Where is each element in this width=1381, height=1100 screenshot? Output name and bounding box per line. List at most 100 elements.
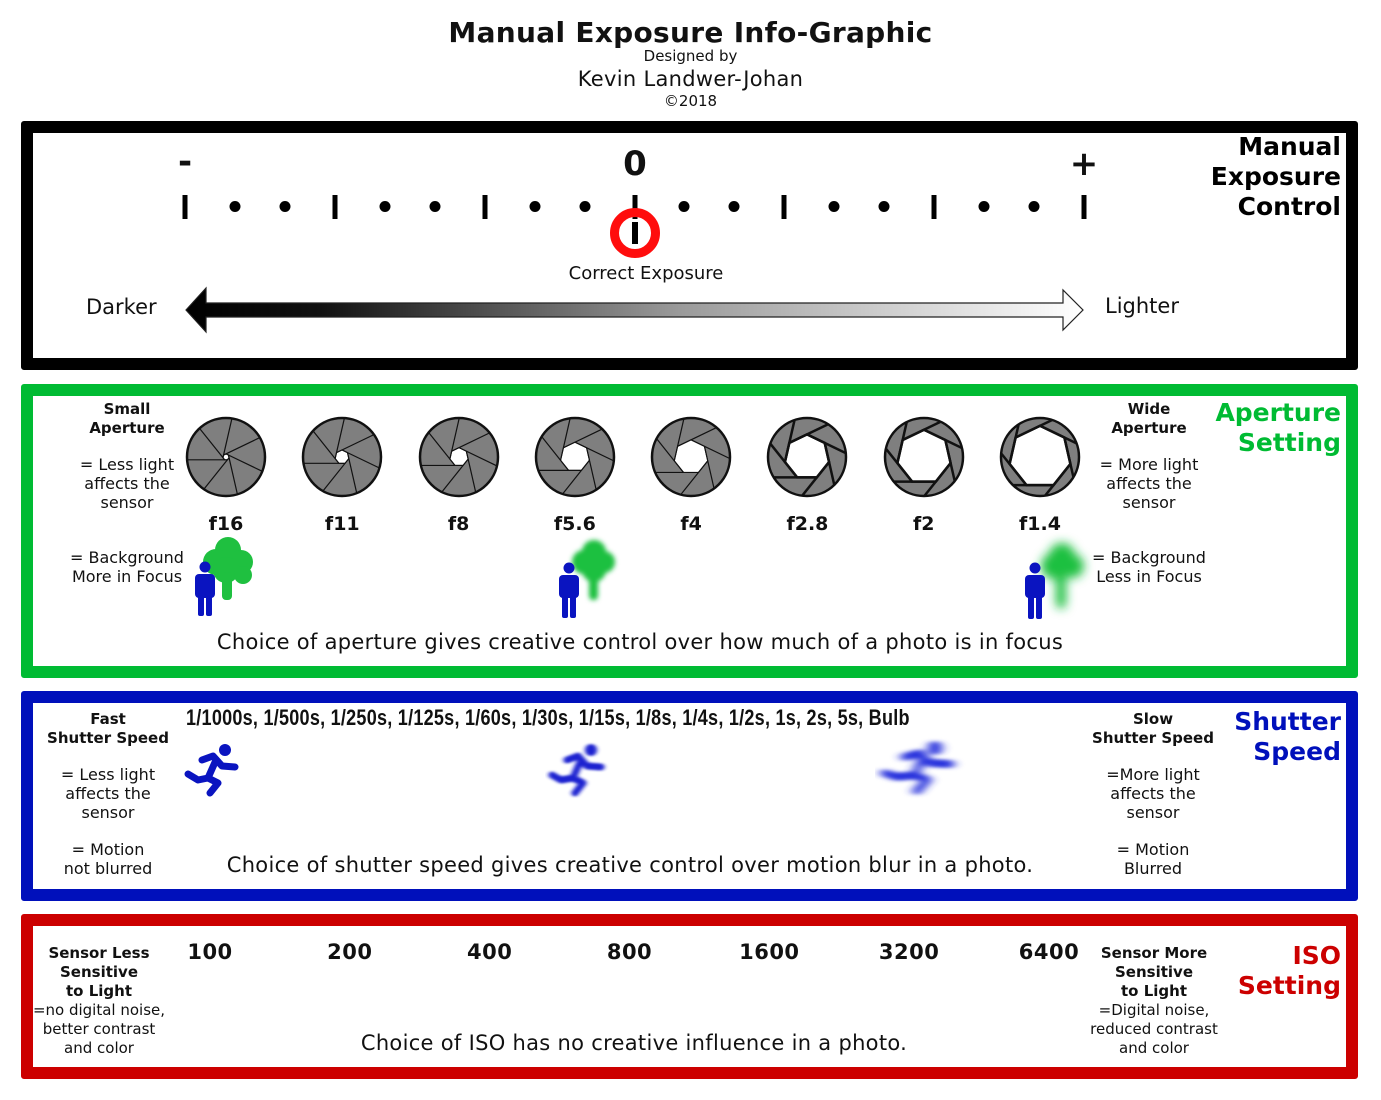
f-stop-label: f2.8 [786,513,829,535]
fast-shutter-note: Fast Shutter Speed = Less light affects … [36,710,180,878]
f-stop-label: f4 [680,513,702,535]
note-line: sensor [1122,493,1176,512]
note-line: better contrast [42,1020,156,1038]
meter-plus-label: + [1069,144,1099,184]
note-line: affects the [1110,784,1196,803]
title-line: ISO [1292,941,1341,970]
correct-exposure-label: Correct Exposure [568,263,724,284]
note-line: =Digital noise, [1098,1001,1210,1019]
aperture-iris-icon [883,416,964,498]
note-heading: Aperture [89,419,165,437]
iso-value: 1600 [739,940,800,964]
aperture-iris-icon [767,416,848,498]
sensor-more-sensitive-note: Sensor More Sensitive to Light =Digital … [1084,944,1224,1058]
focus-example-medium-blur [559,540,615,618]
meter-zero-label: 0 [623,144,647,184]
title-line: Setting [1237,428,1341,457]
note-line: = Less light [79,455,175,474]
iso-value: 800 [606,940,653,964]
focus-example-sharp [195,537,253,616]
meter-third-dot [828,201,840,212]
note-heading: Sensor More [1100,944,1208,962]
f-stop-label: f11 [324,513,360,535]
meter-third-dot [678,201,690,212]
note-line: Less in Focus [1096,567,1202,586]
aperture-iris-icon [650,416,732,498]
f-stop-label: f8 [447,513,470,535]
meter-third-dot [978,201,990,212]
aperture-iris-icon [302,416,383,498]
note-heading: Small [103,400,151,418]
meter-stop-tick [781,195,787,219]
title-line: Exposure [1210,162,1341,191]
note-heading: Shutter Speed [1092,729,1214,747]
runner-medium-blur [548,744,605,797]
title-line: Control [1237,192,1341,221]
note-line: not blurred [63,859,153,878]
note-line: =More light [1106,765,1200,784]
infographic-title: Manual Exposure Info-Graphic [448,16,933,49]
note-line: More in Focus [71,567,183,586]
note-heading: to Light [1121,982,1187,1000]
note-heading: Sensor Less [48,944,150,962]
note-line: and color [64,1039,134,1057]
designed-by-label: Designed by [643,47,738,65]
note-line: affects the [84,474,170,493]
meter-third-dot [229,201,241,212]
note-line: = Background [1092,548,1206,567]
aperture-iris-icon [418,416,499,498]
title-line: Aperture [1215,398,1341,427]
iso-caption: Choice of ISO has no creative influence … [360,1031,908,1055]
note-line: affects the [65,784,151,803]
note-line: Blurred [1123,859,1183,878]
aperture-caption: Choice of aperture gives creative contro… [216,630,1064,654]
runner-sharp [184,744,239,797]
aperture-section-title: Aperture Setting [1215,398,1341,458]
slow-shutter-note: Slow Shutter Speed =More light affects t… [1084,710,1222,878]
note-line: = Less light [60,765,156,784]
note-line: = More light [1099,455,1199,474]
note-line: and color [1119,1039,1189,1057]
sensor-less-sensitive-note: Sensor Less Sensitive to Light =no digit… [30,944,168,1058]
aperture-iris-icon [534,416,616,498]
background-more-focus-note: = Background More in Focus [56,548,198,586]
note-line: sensor [100,493,154,512]
meter-third-dot [429,201,441,212]
author-name: Kevin Landwer-Johan [577,67,804,91]
note-line: reduced contrast [1090,1020,1218,1038]
runner-strong-blur [881,741,954,795]
meter-minus-label: - [177,142,193,182]
note-line: = Motion [1116,840,1190,859]
meter-third-dot [728,201,740,212]
meter-third-dot [279,201,291,212]
note-heading: to Light [66,982,132,1000]
iso-value: 6400 [1018,940,1080,964]
shutter-caption: Choice of shutter speed gives creative c… [226,853,1034,877]
darker-lighter-gradient-arrow [185,286,1084,334]
note-heading: Wide [1127,400,1171,418]
exposure-indicator-mark [631,222,638,244]
note-line: sensor [1126,803,1180,822]
note-line: sensor [81,803,135,822]
note-line: affects the [1106,474,1192,493]
meter-stop-tick [482,195,488,219]
running-person-icon [548,744,605,797]
shutter-section-title: Shutter Speed [1234,707,1341,767]
meter-stop-tick [1081,195,1087,219]
exposure-section-title: Manual Exposure Control [1211,132,1341,222]
meter-third-dot [878,201,890,212]
copyright: ©2018 [663,92,718,110]
note-heading: Sensitive [60,963,138,981]
wide-aperture-note: Wide Aperture = More light affects the s… [1080,400,1218,512]
darker-label: Darker [86,295,157,319]
running-person-icon [881,741,954,795]
iso-section-title: ISO Setting [1238,941,1341,1001]
iso-value: 3200 [878,940,940,964]
title-line: Manual [1238,132,1341,161]
note-line: = Background [70,548,184,567]
note-heading: Shutter Speed [47,729,169,747]
aperture-iris-icon [999,416,1081,498]
note-heading: Slow [1132,710,1174,728]
background-less-focus-note: = Background Less in Focus [1080,548,1218,586]
iso-value: 400 [466,940,513,964]
